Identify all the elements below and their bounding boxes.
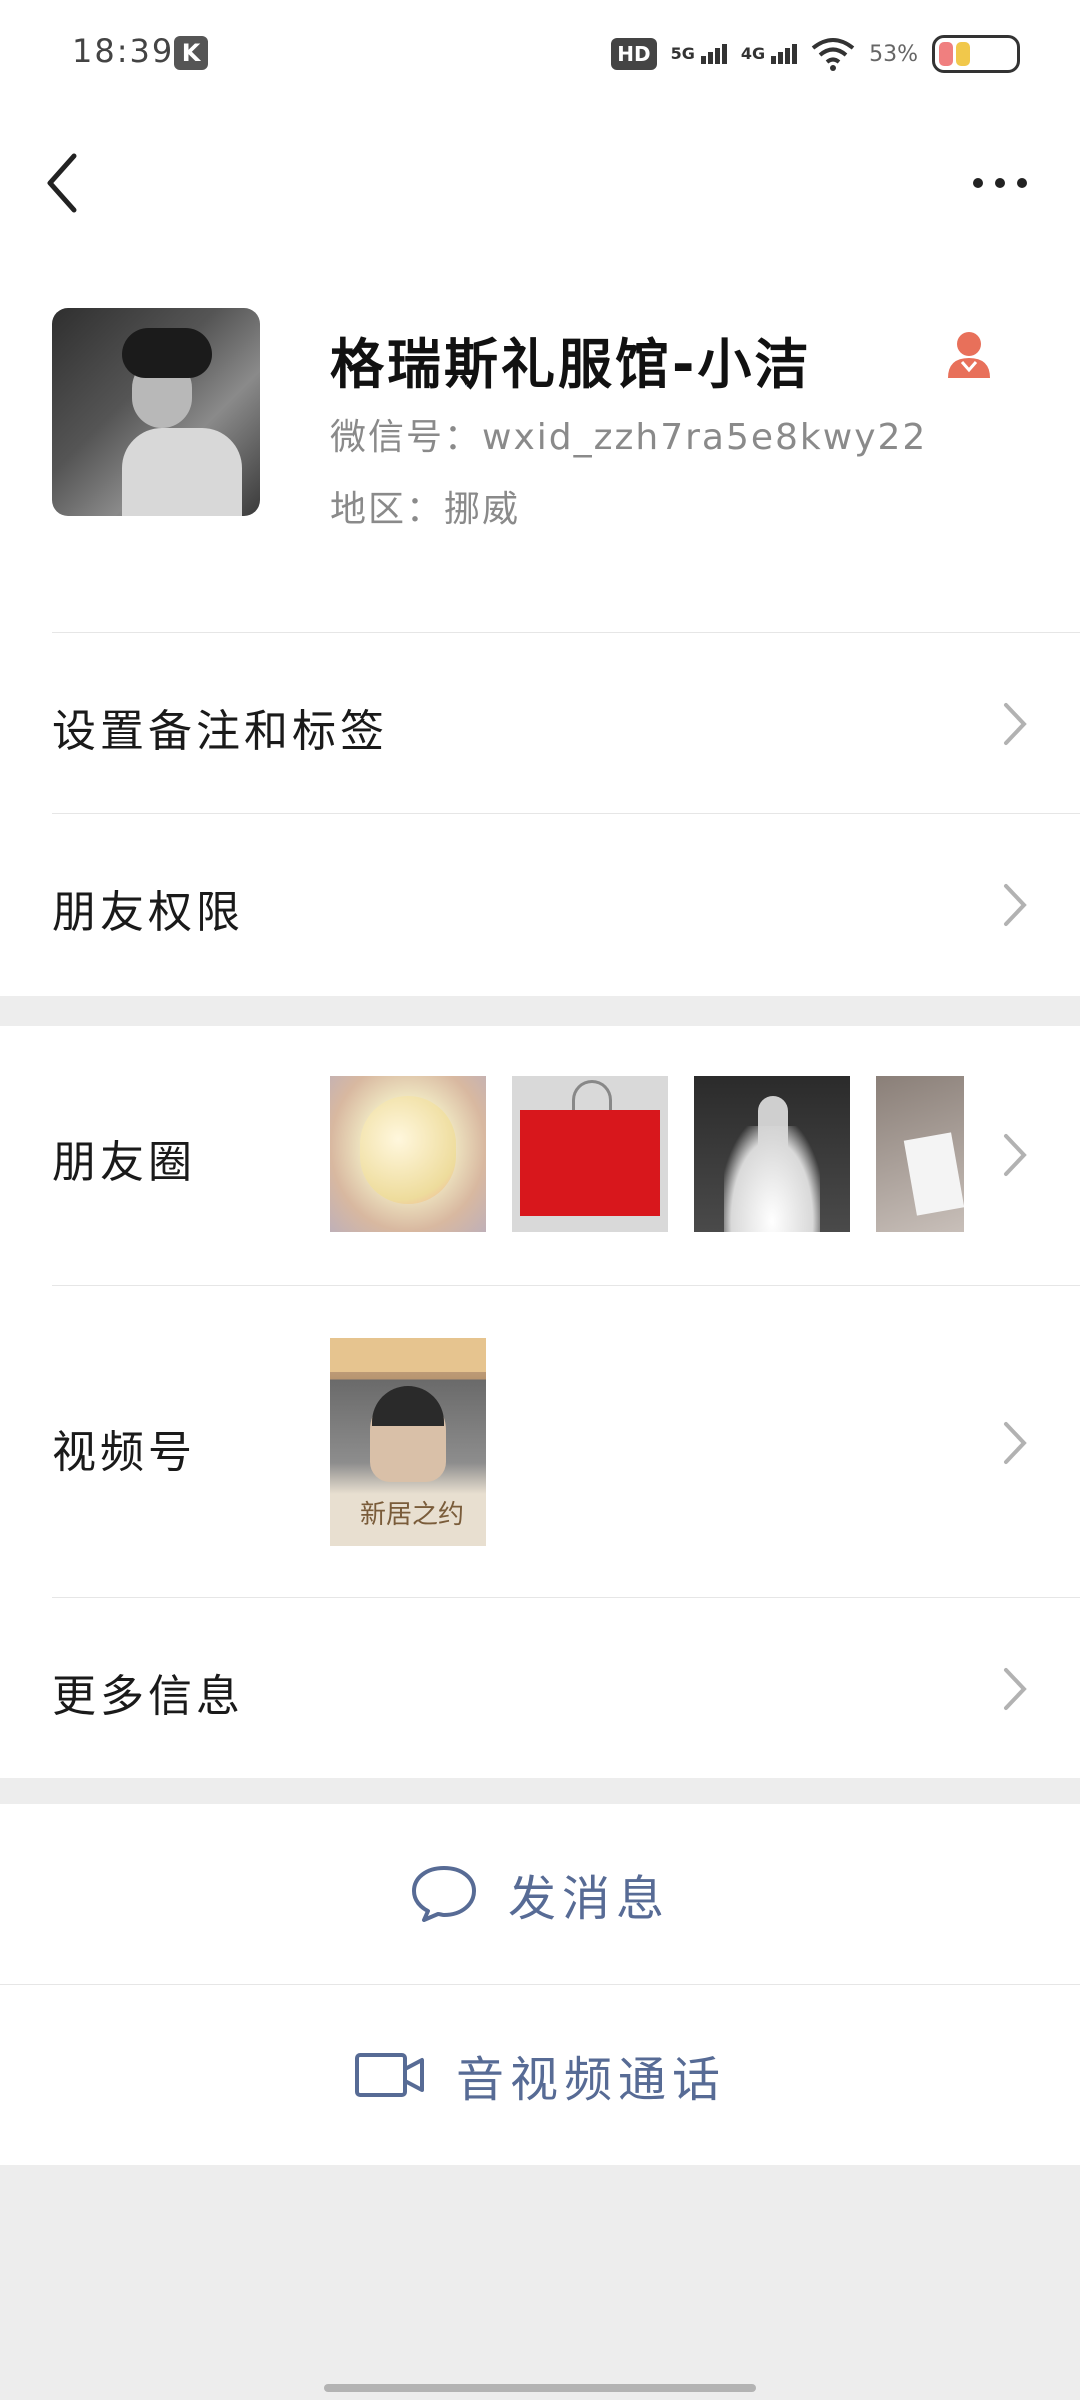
section-gap bbox=[0, 1778, 1080, 1804]
moments-thumbnails bbox=[330, 1076, 964, 1232]
contact-name: 格瑞斯礼服馆-小洁 bbox=[330, 333, 812, 396]
avatar[interactable] bbox=[52, 308, 260, 516]
chevron-right-icon bbox=[1004, 1134, 1027, 1176]
app-notification-icon: K bbox=[174, 36, 208, 70]
hd-voice-icon: HD bbox=[611, 38, 657, 70]
status-time: 18:39 bbox=[72, 32, 175, 70]
female-icon bbox=[948, 332, 990, 378]
wifi-icon bbox=[811, 38, 855, 71]
send-message-label: 发消息 bbox=[507, 1871, 670, 1927]
home-indicator[interactable] bbox=[324, 2384, 756, 2392]
video-caption: 新居之约 bbox=[360, 1500, 465, 1530]
row-remark-and-tags[interactable]: 设置备注和标签 bbox=[0, 633, 1080, 814]
video-camera-icon bbox=[354, 2053, 424, 2097]
chevron-right-icon bbox=[1004, 884, 1027, 926]
section-gap bbox=[0, 996, 1080, 1026]
row-label: 朋友圈 bbox=[52, 1137, 196, 1188]
status-bar: 18:39 K HD 5G 4G 53% bbox=[0, 0, 1080, 108]
row-more-info[interactable]: 更多信息 bbox=[0, 1598, 1080, 1778]
moments-photo bbox=[330, 1076, 486, 1232]
back-arrow-icon[interactable] bbox=[40, 148, 90, 218]
chevron-right-icon bbox=[1004, 1668, 1027, 1710]
row-channels[interactable]: 视频号 新居之约 bbox=[0, 1286, 1080, 1598]
nav-bar bbox=[0, 108, 1080, 248]
send-message-button[interactable]: 发消息 bbox=[0, 1804, 1080, 1984]
chat-bubble-icon bbox=[411, 1866, 476, 1922]
video-call-button[interactable]: 音视频通话 bbox=[0, 1985, 1080, 2165]
chevron-right-icon bbox=[1004, 1422, 1027, 1464]
moments-photo bbox=[876, 1076, 964, 1232]
wechat-id: 微信号：wxid_zzh7ra5e8kwy22 bbox=[330, 417, 928, 458]
status-indicators: HD 5G 4G 53% bbox=[611, 30, 1020, 78]
row-friend-permissions[interactable]: 朋友权限 bbox=[0, 814, 1080, 996]
row-moments[interactable]: 朋友圈 bbox=[0, 1026, 1080, 1286]
video-call-label: 音视频通话 bbox=[455, 2052, 726, 2108]
row-label: 视频号 bbox=[52, 1427, 196, 1478]
more-options-icon[interactable] bbox=[960, 158, 1040, 208]
battery-icon bbox=[932, 35, 1020, 73]
row-label: 更多信息 bbox=[52, 1671, 244, 1722]
profile-header: 格瑞斯礼服馆-小洁 微信号：wxid_zzh7ra5e8kwy22 地区：挪威 bbox=[0, 248, 1080, 633]
region: 地区：挪威 bbox=[330, 489, 521, 530]
row-label: 设置备注和标签 bbox=[52, 706, 388, 757]
contact-profile-screen: 18:39 K HD 5G 4G 53% 格瑞斯礼服馆-小洁 微信号：wxid_… bbox=[0, 0, 1080, 2400]
signal-4g-icon: 4G bbox=[741, 44, 798, 64]
signal-5g-icon: 5G bbox=[671, 44, 727, 64]
moments-photo bbox=[512, 1076, 668, 1232]
chevron-right-icon bbox=[1004, 703, 1027, 745]
channels-video-thumbnail: 新居之约 bbox=[330, 1338, 486, 1546]
moments-photo bbox=[694, 1076, 850, 1232]
row-label: 朋友权限 bbox=[52, 887, 244, 938]
battery-percent: 53% bbox=[869, 41, 918, 67]
